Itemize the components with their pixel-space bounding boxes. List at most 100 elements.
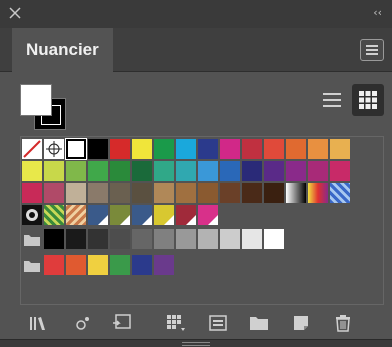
swatch[interactable] <box>220 139 240 159</box>
swatch[interactable] <box>66 229 86 249</box>
close-icon[interactable] <box>8 6 22 20</box>
swatch[interactable] <box>44 161 64 181</box>
swatch[interactable] <box>286 139 306 159</box>
swatch-row-grays <box>22 229 286 249</box>
swatch[interactable] <box>220 229 240 249</box>
spot-swatch[interactable] <box>176 205 196 225</box>
swatch[interactable] <box>132 161 152 181</box>
pattern-swatch[interactable] <box>330 183 350 203</box>
swatch[interactable] <box>242 139 262 159</box>
swatch[interactable] <box>132 183 152 203</box>
swatch-row-1 <box>22 138 352 160</box>
swatch[interactable] <box>88 229 108 249</box>
swatch[interactable] <box>154 229 174 249</box>
swatch[interactable] <box>110 161 130 181</box>
swatch[interactable] <box>88 139 108 159</box>
swatch[interactable] <box>176 183 196 203</box>
swatch[interactable] <box>220 161 240 181</box>
swatch[interactable] <box>154 161 174 181</box>
folder-icon[interactable] <box>22 229 42 249</box>
swatch[interactable] <box>88 255 108 275</box>
scrollbar[interactable] <box>373 137 383 304</box>
swatch-row-2 <box>22 161 352 181</box>
panel-titlebar: ‹‹ <box>0 0 392 28</box>
tab-nuancier[interactable]: Nuancier <box>12 28 113 72</box>
swatch[interactable] <box>88 161 108 181</box>
spot-swatch[interactable] <box>132 205 152 225</box>
swatch[interactable] <box>110 255 130 275</box>
swatch[interactable] <box>44 183 64 203</box>
list-view-icon[interactable] <box>316 84 348 116</box>
swatch[interactable] <box>132 139 152 159</box>
swatch[interactable] <box>198 139 218 159</box>
swatch[interactable] <box>176 161 196 181</box>
collapse-icon[interactable]: ‹‹ <box>373 6 382 19</box>
grid-view-icon[interactable] <box>352 84 384 116</box>
folder-icon[interactable] <box>22 255 42 275</box>
swatch-row-3 <box>22 183 352 203</box>
swatches-grid <box>20 136 384 305</box>
swatch[interactable] <box>264 183 284 203</box>
swatch[interactable] <box>110 139 130 159</box>
swatch[interactable] <box>22 161 42 181</box>
swatch[interactable] <box>198 183 218 203</box>
swatch[interactable] <box>44 229 64 249</box>
swatch-row-4 <box>22 205 220 225</box>
swatch[interactable] <box>132 255 152 275</box>
swatch[interactable] <box>176 139 196 159</box>
swatch[interactable] <box>242 161 262 181</box>
spot-swatch[interactable] <box>154 205 174 225</box>
swatch[interactable] <box>242 183 262 203</box>
panel-tabbar: Nuancier <box>0 28 392 72</box>
paper-swatch[interactable] <box>65 138 87 160</box>
panel-menu-icon[interactable] <box>360 39 384 61</box>
swatch[interactable] <box>286 161 306 181</box>
swatch[interactable] <box>264 161 284 181</box>
swatch[interactable] <box>154 255 174 275</box>
swatch[interactable] <box>308 139 328 159</box>
swatch[interactable] <box>44 255 64 275</box>
swatch[interactable] <box>22 183 42 203</box>
place-swatch-icon[interactable] <box>110 312 132 334</box>
new-swatch-icon[interactable] <box>290 312 312 334</box>
pattern-swatch[interactable] <box>22 205 42 225</box>
trash-icon[interactable] <box>332 312 354 334</box>
fill-stroke-control[interactable] <box>20 84 66 130</box>
swatch[interactable] <box>154 139 174 159</box>
spot-swatch[interactable] <box>88 205 108 225</box>
swatch[interactable] <box>220 183 240 203</box>
resize-handle[interactable] <box>0 339 392 347</box>
swatch[interactable] <box>110 229 130 249</box>
swatch[interactable] <box>66 255 86 275</box>
swatch[interactable] <box>198 229 218 249</box>
swatch[interactable] <box>154 183 174 203</box>
libraries-icon[interactable] <box>28 312 50 334</box>
spot-swatch[interactable] <box>110 205 130 225</box>
swatch-options-icon[interactable] <box>207 312 229 334</box>
registration-swatch[interactable] <box>44 139 64 159</box>
fill-swatch[interactable] <box>20 84 52 116</box>
swatch[interactable] <box>66 183 86 203</box>
swatch-kind-icon[interactable] <box>72 312 94 334</box>
swatch[interactable] <box>308 161 328 181</box>
none-swatch[interactable] <box>22 139 42 159</box>
swatch[interactable] <box>330 161 350 181</box>
spot-swatch[interactable] <box>198 205 218 225</box>
swatch[interactable] <box>88 183 108 203</box>
show-swatch-kinds-icon[interactable] <box>165 312 187 334</box>
pattern-swatch[interactable] <box>66 205 86 225</box>
swatch[interactable] <box>330 139 350 159</box>
swatch[interactable] <box>242 229 262 249</box>
pattern-swatch[interactable] <box>44 205 64 225</box>
panel-toolbar <box>0 305 392 339</box>
gradient-swatch[interactable] <box>308 183 328 203</box>
swatch[interactable] <box>132 229 152 249</box>
new-color-group-icon[interactable] <box>248 312 270 334</box>
swatch[interactable] <box>198 161 218 181</box>
swatch[interactable] <box>66 161 86 181</box>
swatch[interactable] <box>176 229 196 249</box>
swatch[interactable] <box>264 139 284 159</box>
swatch[interactable] <box>264 229 284 249</box>
swatch[interactable] <box>110 183 130 203</box>
gradient-swatch[interactable] <box>286 183 306 203</box>
